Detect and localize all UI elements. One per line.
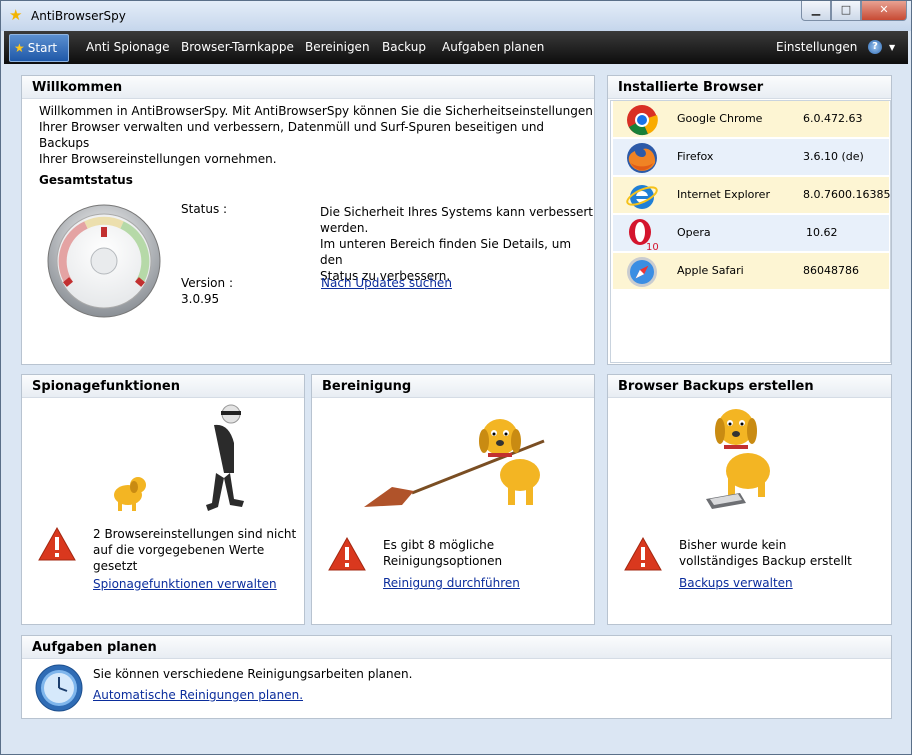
- backup-message-line: vollständiges Backup erstellt: [679, 554, 852, 568]
- manage-backups-link[interactable]: Backups verwalten: [679, 575, 793, 591]
- backup-panel: Browser Backups erstellen Bisher wurde k…: [607, 374, 892, 625]
- spy-panel: Spionagefunktionen 2 Browsereinstellunge…: [21, 374, 305, 625]
- status-line: werden.: [320, 221, 369, 235]
- menu-start-label: Start: [27, 41, 58, 55]
- broom-dog-illustration-icon: [364, 419, 545, 507]
- welcome-panel: Willkommen Willkommen in AntiBrowserSpy.…: [21, 75, 595, 365]
- status-text: Die Sicherheit Ihres Systems kann verbes…: [320, 204, 594, 284]
- app-star-icon: ★: [9, 6, 23, 24]
- version-value: 3.0.95: [181, 292, 220, 306]
- menu-aufgaben-planen[interactable]: Aufgaben planen: [442, 31, 544, 64]
- opera-badge: 10: [646, 242, 659, 251]
- browser-version: 6.0.472.63: [803, 112, 863, 125]
- cleanup-panel: Bereinigung Es gibt 8 mögliche Reinigung…: [311, 374, 595, 625]
- overall-status-label: Gesamtstatus: [39, 173, 133, 187]
- spy-message-line: gesetzt: [93, 559, 138, 573]
- browser-version: 8.0.7600.16385: [803, 188, 891, 201]
- firefox-icon: [627, 143, 657, 173]
- help-icon[interactable]: ?: [868, 40, 882, 54]
- status-label: Status :: [181, 202, 228, 216]
- schedule-panel: Aufgaben planen Sie können verschiedene …: [21, 635, 892, 719]
- star-icon: ★: [14, 41, 25, 55]
- warning-icon: [328, 537, 366, 571]
- browser-name: Firefox: [677, 150, 714, 163]
- browser-name: Apple Safari: [677, 264, 744, 277]
- menu-start-button[interactable]: ★ Start: [9, 34, 69, 62]
- ie-icon: [626, 185, 658, 209]
- welcome-intro-line: Ihrer Browser verwalten und verbessern, …: [39, 120, 545, 150]
- browser-version: 3.6.10 (de): [803, 150, 864, 163]
- schedule-message: Sie können verschiedene Reinigungsarbeit…: [93, 667, 413, 681]
- browser-version: 10.62: [806, 226, 838, 239]
- opera-icon: 10: [629, 219, 659, 251]
- menu-bar: ★ Start Anti Spionage Browser-Tarnkappe B…: [4, 31, 908, 64]
- cleanup-message-line: Es gibt 8 mögliche: [383, 538, 495, 552]
- safari-icon: [627, 257, 657, 287]
- menu-einstellungen[interactable]: Einstellungen: [776, 31, 857, 64]
- warning-icon: [38, 527, 76, 561]
- browser-row[interactable]: Google Chrome 6.0.472.63: [613, 101, 889, 138]
- backup-message: Bisher wurde kein vollständiges Backup e…: [679, 537, 852, 569]
- browser-version: 86048786: [803, 264, 859, 277]
- menu-anti-spionage[interactable]: Anti Spionage: [86, 31, 170, 64]
- status-line: Im unteren Bereich finden Sie Details, u…: [320, 237, 572, 267]
- browser-row[interactable]: Internet Explorer 8.0.7600.16385: [613, 177, 891, 214]
- chevron-down-icon[interactable]: ▼: [889, 31, 895, 64]
- browser-row[interactable]: 10 Opera 10.62: [613, 215, 889, 252]
- run-cleanup-link[interactable]: Reinigung durchführen: [383, 575, 520, 591]
- welcome-intro: Willkommen in AntiBrowserSpy. Mit AntiBr…: [39, 103, 594, 167]
- window-title: AntiBrowserSpy: [31, 9, 126, 23]
- browser-list: Google Chrome 6.0.472.63 Firefox 3.6.10 …: [610, 100, 891, 363]
- status-line: Die Sicherheit Ihres Systems kann verbes…: [320, 205, 594, 219]
- installed-browsers-panel: Installierte Browser Google Chrome 6.0.4…: [607, 75, 892, 365]
- spy-message-line: auf die vorgegebenen Werte: [93, 543, 265, 557]
- browser-name: Internet Explorer: [677, 188, 770, 201]
- backup-dog-illustration-icon: [706, 409, 770, 509]
- check-updates-link[interactable]: Nach Updates suchen: [321, 275, 452, 291]
- menu-bereinigen[interactable]: Bereinigen: [305, 31, 370, 64]
- browser-row[interactable]: Apple Safari 86048786: [613, 253, 889, 290]
- clock-icon: [35, 664, 83, 712]
- spy-message-line: 2 Browsereinstellungen sind nicht: [93, 527, 297, 541]
- minimize-button[interactable]: ▁: [801, 1, 831, 21]
- chrome-icon: [627, 105, 658, 136]
- status-gauge-icon: [47, 204, 161, 318]
- menu-backup[interactable]: Backup: [382, 31, 426, 64]
- spy-title: Spionagefunktionen: [22, 375, 304, 398]
- app-window: ★ AntiBrowserSpy ▁ □ ✕ ★ Start Anti Spion…: [0, 0, 912, 755]
- menu-browser-tarnkappe[interactable]: Browser-Tarnkappe: [181, 31, 294, 64]
- welcome-intro-line: Willkommen in AntiBrowserSpy. Mit AntiBr…: [39, 104, 593, 118]
- title-bar[interactable]: ★ AntiBrowserSpy ▁ □ ✕: [1, 1, 911, 31]
- browser-name: Opera: [677, 226, 711, 239]
- spy-message: 2 Browsereinstellungen sind nicht auf di…: [93, 526, 296, 574]
- browser-name: Google Chrome: [677, 112, 763, 125]
- backup-title: Browser Backups erstellen: [608, 375, 891, 398]
- version-label: Version :: [181, 276, 233, 290]
- schedule-cleanups-link[interactable]: Automatische Reinigungen planen.: [93, 687, 303, 703]
- backup-message-line: Bisher wurde kein: [679, 538, 787, 552]
- manage-spy-functions-link[interactable]: Spionagefunktionen verwalten: [93, 576, 277, 592]
- schedule-title: Aufgaben planen: [22, 636, 891, 659]
- cleanup-title: Bereinigung: [312, 375, 594, 398]
- close-button[interactable]: ✕: [861, 1, 907, 21]
- warning-icon: [624, 537, 662, 571]
- browser-row[interactable]: Firefox 3.6.10 (de): [613, 139, 889, 176]
- welcome-title: Willkommen: [22, 76, 594, 99]
- welcome-intro-line: Ihrer Browsereinstellungen vornehmen.: [39, 152, 277, 166]
- cleanup-message-line: Reinigungsoptionen: [383, 554, 503, 568]
- spy-illustration-icon: [114, 404, 244, 511]
- browsers-title: Installierte Browser: [608, 76, 891, 99]
- maximize-button[interactable]: □: [831, 1, 861, 21]
- cleanup-message: Es gibt 8 mögliche Reinigungsoptionen: [383, 537, 502, 569]
